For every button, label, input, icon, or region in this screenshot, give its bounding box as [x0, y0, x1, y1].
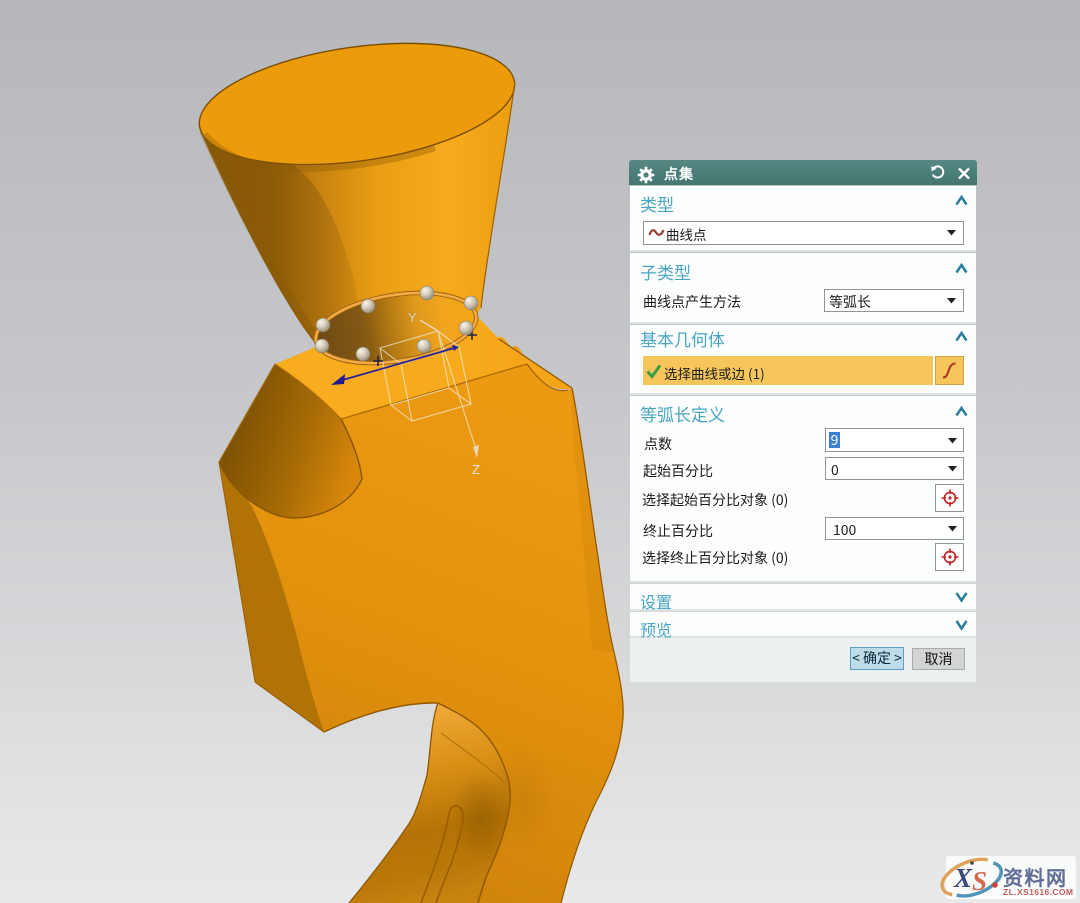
svg-text:Y: Y [408, 310, 417, 325]
svg-text:X: X [953, 863, 973, 893]
svg-text:ZL.XS1616.COM: ZL.XS1616.COM [1003, 887, 1073, 897]
svg-text:Z: Z [472, 462, 480, 477]
svg-text:S: S [972, 866, 987, 896]
